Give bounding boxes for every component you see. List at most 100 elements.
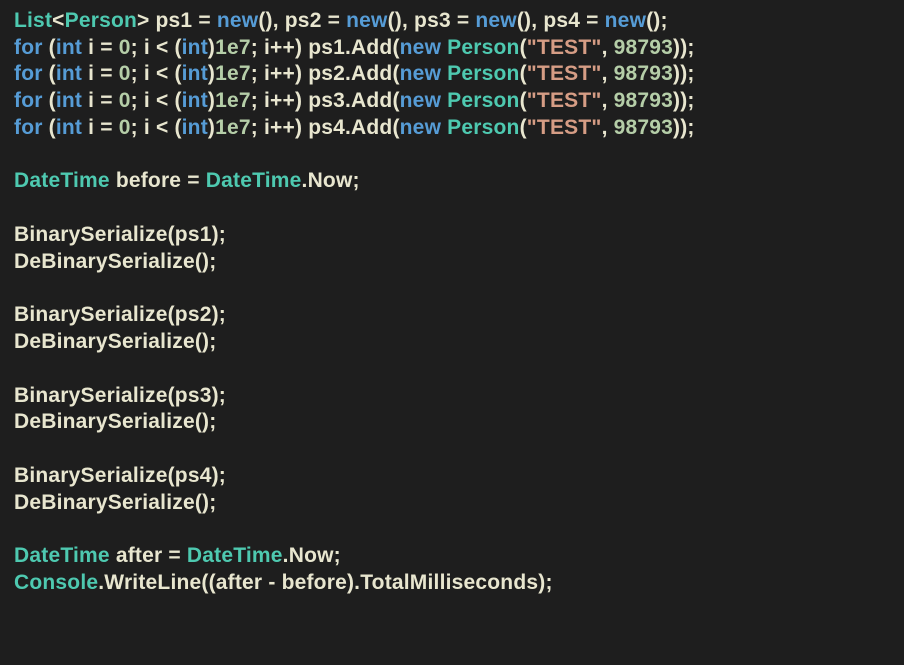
code-token: ,	[602, 89, 614, 112]
code-token: new	[400, 89, 441, 112]
code-token: ();	[195, 410, 217, 433]
code-token: (	[168, 384, 175, 407]
code-token: Console	[14, 571, 98, 594]
code-line: DeBinarySerialize();	[14, 409, 890, 436]
code-token: ps4	[543, 9, 580, 32]
code-token: after	[216, 571, 263, 594]
code-token: );	[538, 571, 552, 594]
code-block: List<Person> ps1 = new(), ps2 = new(), p…	[14, 8, 890, 597]
code-line: DeBinarySerialize();	[14, 329, 890, 356]
code-token: ps3	[175, 384, 212, 407]
code-token: new	[346, 9, 387, 32]
code-token: ();	[646, 9, 668, 32]
code-token: (	[392, 116, 399, 139]
code-line: for (int i = 0; i < (int)1e7; i++) ps1.A…	[14, 35, 890, 62]
code-token: int	[182, 116, 208, 139]
code-token: WriteLine	[104, 571, 201, 594]
code-line: BinarySerialize(ps4);	[14, 463, 890, 490]
code-token: DateTime	[206, 169, 302, 192]
code-token: (	[168, 464, 175, 487]
code-token: (	[392, 89, 399, 112]
code-token: (	[520, 62, 527, 85]
code-token: Person	[447, 116, 519, 139]
code-token: after	[116, 544, 163, 567]
code-token: 0	[119, 89, 131, 112]
code-token: ;	[353, 169, 360, 192]
code-token: (	[392, 62, 399, 85]
code-token: < (	[150, 62, 182, 85]
code-token: =	[94, 62, 119, 85]
code-line: DateTime after = DateTime.Now;	[14, 543, 890, 570]
code-token: DeBinarySerialize	[14, 410, 195, 433]
code-token: 98793	[614, 116, 673, 139]
code-token: 98793	[614, 36, 673, 59]
code-token: (	[520, 36, 527, 59]
code-token: BinarySerialize	[14, 223, 168, 246]
code-token: Now	[289, 544, 334, 567]
code-line: for (int i = 0; i < (int)1e7; i++) ps3.A…	[14, 88, 890, 115]
code-token: ++)	[270, 36, 308, 59]
blank-line	[14, 516, 890, 543]
code-token: ));	[673, 36, 695, 59]
code-token: =	[580, 9, 605, 32]
code-line: DateTime before = DateTime.Now;	[14, 168, 890, 195]
code-token: before	[282, 571, 347, 594]
code-token: (	[43, 116, 56, 139]
code-token: (	[43, 62, 56, 85]
code-token: 98793	[614, 89, 673, 112]
code-token: ++)	[270, 89, 308, 112]
code-token: -	[262, 571, 281, 594]
code-token: for	[14, 89, 43, 112]
blank-line	[14, 275, 890, 302]
code-token: (	[168, 223, 175, 246]
code-token: ));	[673, 116, 695, 139]
code-token: (),	[517, 9, 543, 32]
code-token: new	[475, 9, 516, 32]
code-token: ++)	[270, 116, 308, 139]
code-token: int	[182, 62, 208, 85]
code-token: Person	[447, 62, 519, 85]
code-token: new	[217, 9, 258, 32]
code-token: );	[212, 223, 226, 246]
code-token: Person	[65, 9, 137, 32]
code-token: DeBinarySerialize	[14, 250, 195, 273]
code-token: (	[520, 89, 527, 112]
code-token: ((	[201, 571, 215, 594]
code-token: 98793	[614, 62, 673, 85]
code-token: BinarySerialize	[14, 384, 168, 407]
code-token: DeBinarySerialize	[14, 330, 195, 353]
code-token: ps4	[308, 116, 345, 139]
blank-line	[14, 195, 890, 222]
code-token: Add	[351, 116, 392, 139]
code-token: =	[451, 9, 476, 32]
code-token: (),	[388, 9, 414, 32]
code-token: for	[14, 116, 43, 139]
code-token: DateTime	[14, 169, 110, 192]
code-token: Add	[351, 36, 392, 59]
code-token: ps4	[175, 464, 212, 487]
code-line: DeBinarySerialize();	[14, 490, 890, 517]
code-line: BinarySerialize(ps1);	[14, 222, 890, 249]
code-token: int	[56, 36, 82, 59]
code-token: int	[56, 89, 82, 112]
code-token: <	[52, 9, 64, 32]
code-token: );	[212, 303, 226, 326]
blank-line	[14, 436, 890, 463]
code-token: (	[43, 89, 56, 112]
code-token: ps1	[156, 9, 193, 32]
code-line: Console.WriteLine((after - before).Total…	[14, 570, 890, 597]
code-token: 1e7	[215, 89, 251, 112]
code-token: 1e7	[215, 62, 251, 85]
code-token: (	[43, 36, 56, 59]
code-token: (),	[258, 9, 284, 32]
code-token: =	[192, 9, 217, 32]
code-token: ;	[131, 89, 144, 112]
code-token: DateTime	[14, 544, 110, 567]
code-token: for	[14, 36, 43, 59]
code-token: ;	[251, 116, 264, 139]
code-token: new	[400, 36, 441, 59]
code-line: List<Person> ps1 = new(), ps2 = new(), p…	[14, 8, 890, 35]
code-token: ps1	[175, 223, 212, 246]
code-token: ).	[347, 571, 360, 594]
code-token: >	[137, 9, 156, 32]
